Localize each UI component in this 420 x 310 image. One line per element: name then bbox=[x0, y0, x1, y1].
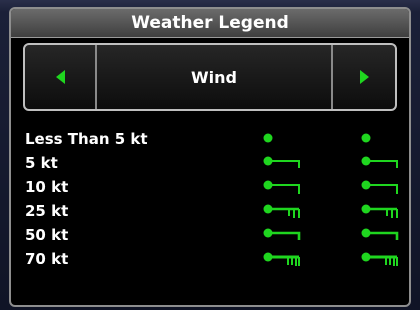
legend-row: 5 kt bbox=[25, 151, 405, 175]
legend-label: Less Than 5 kt bbox=[25, 130, 148, 148]
legend-label: 50 kt bbox=[25, 226, 69, 244]
legend-row: 70 kt bbox=[25, 247, 405, 271]
legend-row: 50 kt bbox=[25, 223, 405, 247]
wind-50kt-icon bbox=[261, 224, 305, 246]
legend-row: 25 kt bbox=[25, 199, 405, 223]
wind-10kt-icon bbox=[261, 176, 305, 198]
weather-legend-window: Weather Legend Wind Less Than 5 kt 5 kt bbox=[9, 7, 411, 307]
wind-calm-icon bbox=[261, 130, 301, 149]
legend-list: Less Than 5 kt 5 kt 10 kt 25 kt 50 kt 70… bbox=[25, 127, 405, 271]
wind-70kt-icon bbox=[261, 248, 305, 270]
next-button[interactable] bbox=[331, 45, 395, 109]
legend-label: 10 kt bbox=[25, 178, 69, 196]
wind-50kt-icon bbox=[359, 224, 403, 246]
legend-label: 5 kt bbox=[25, 154, 58, 172]
legend-type-selector[interactable]: Wind bbox=[23, 43, 397, 111]
wind-25kt-icon bbox=[359, 200, 403, 222]
wind-5kt-icon bbox=[261, 152, 305, 174]
selected-legend-type: Wind bbox=[191, 67, 237, 87]
wind-calm-icon bbox=[359, 130, 399, 149]
left-arrow-icon bbox=[55, 70, 65, 84]
wind-25kt-icon bbox=[261, 200, 305, 222]
legend-label: 70 kt bbox=[25, 250, 69, 268]
wind-10kt-icon bbox=[359, 176, 403, 198]
wind-70kt-icon bbox=[359, 248, 403, 270]
legend-row: Less Than 5 kt bbox=[25, 127, 405, 151]
previous-button[interactable] bbox=[25, 45, 97, 109]
wind-5kt-icon bbox=[359, 152, 403, 174]
window-title: Weather Legend bbox=[11, 9, 409, 38]
right-arrow-icon bbox=[359, 70, 369, 84]
legend-label: 25 kt bbox=[25, 202, 69, 220]
legend-row: 10 kt bbox=[25, 175, 405, 199]
